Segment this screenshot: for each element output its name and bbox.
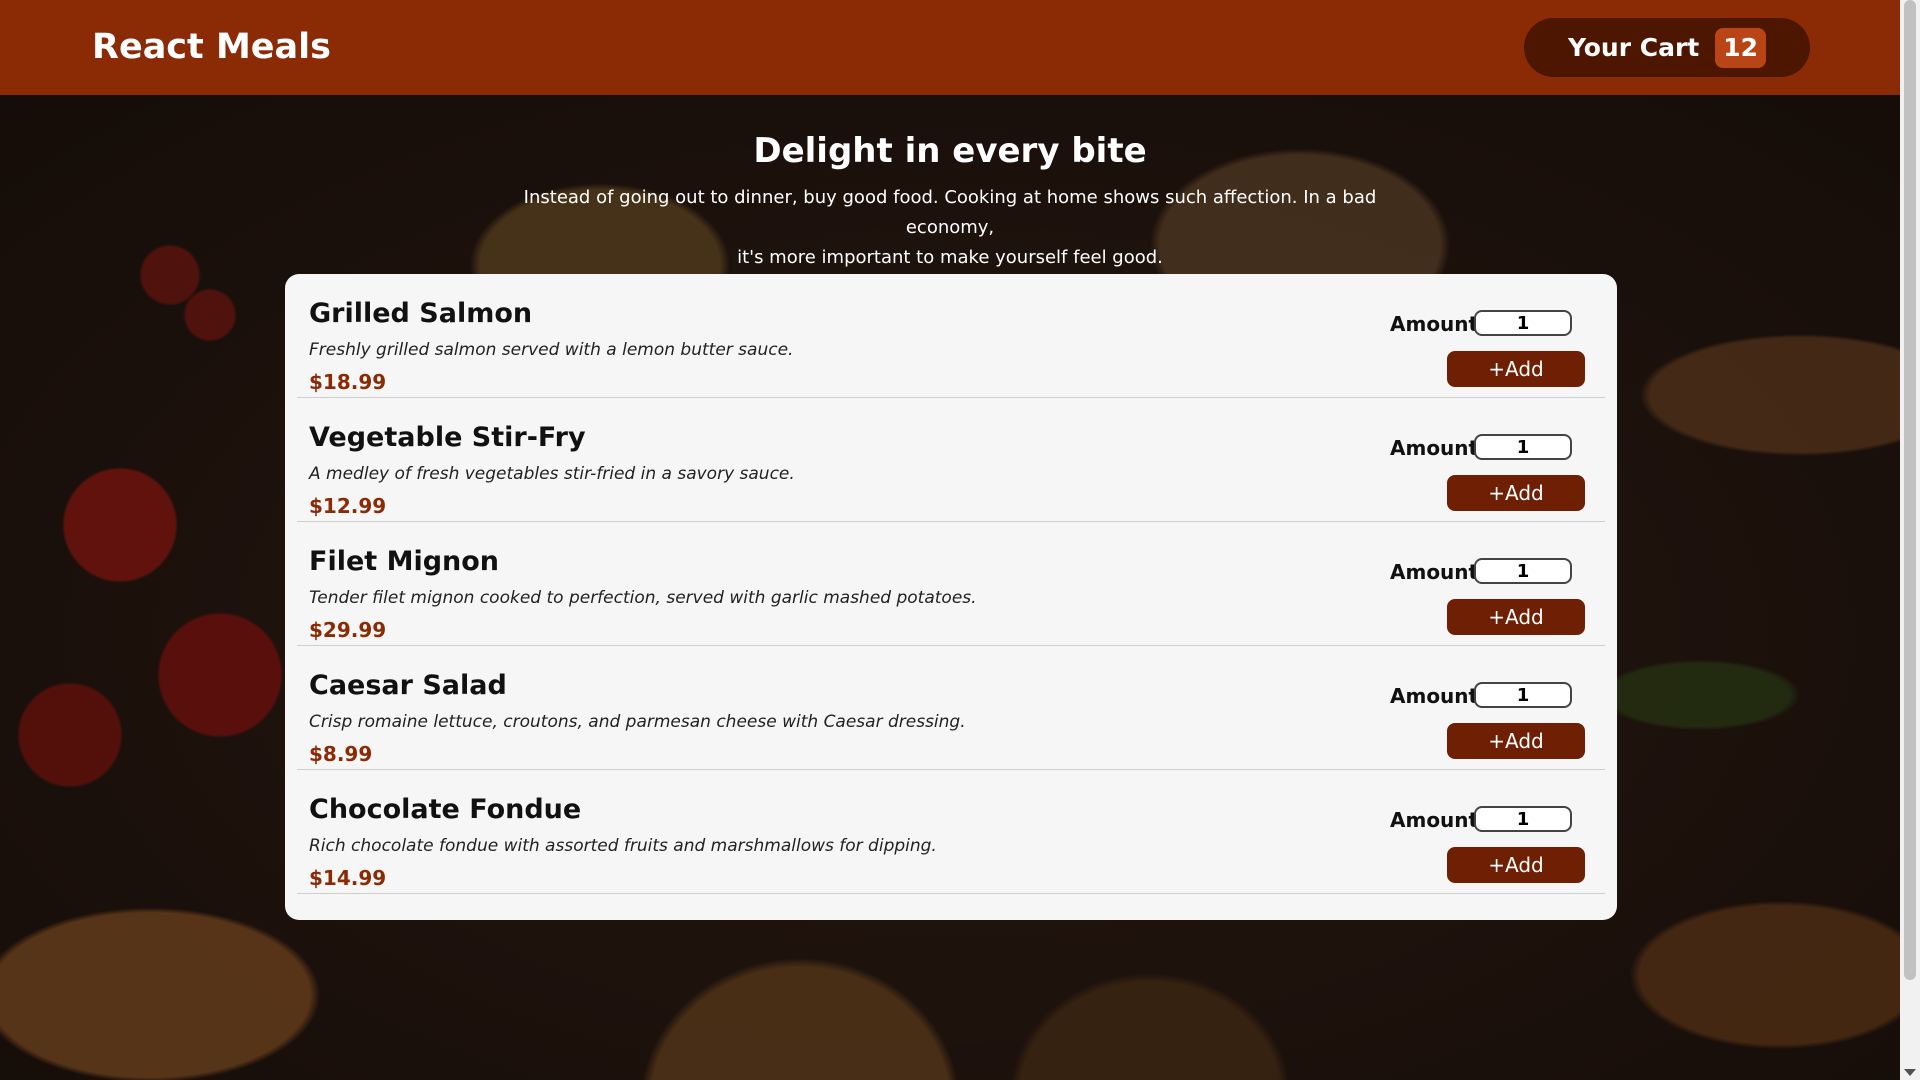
meal-description: Tender filet mignon cooked to perfection… [309,588,977,608]
summary-text-line-2: it's more important to make yourself fee… [737,247,1163,268]
meal-description: Freshly grilled salmon served with a lem… [309,340,794,360]
add-button[interactable]: +Add [1447,847,1585,883]
app-header: React Meals Your Cart 12 [0,0,1900,95]
add-button[interactable]: +Add [1447,723,1585,759]
meal-item: Filet Mignon Tender filet mignon cooked … [297,522,1605,646]
amount-label: Amount [1390,560,1479,584]
meal-item: Chocolate Fondue Rich chocolate fondue w… [297,770,1605,894]
meal-price: $18.99 [309,370,387,394]
amount-label: Amount [1390,436,1479,460]
add-button[interactable]: +Add [1447,351,1585,387]
meal-name: Caesar Salad [309,670,507,701]
amount-input[interactable] [1474,558,1572,584]
meal-price: $12.99 [309,494,387,518]
summary-text: Instead of going out to dinner, buy good… [480,183,1420,273]
meal-description: Crisp romaine lettuce, croutons, and par… [309,712,966,732]
amount-input[interactable] [1474,682,1572,708]
meal-item: Caesar Salad Crisp romaine lettuce, crou… [297,646,1605,770]
amount-label: Amount [1390,684,1479,708]
meal-description: A medley of fresh vegetables stir-fried … [309,464,795,484]
amount-input[interactable] [1474,434,1572,460]
meals-summary: Delight in every bite Instead of going o… [480,125,1420,273]
meal-price: $29.99 [309,618,387,642]
meal-name: Filet Mignon [309,546,500,577]
cart-button[interactable]: Your Cart 12 [1524,18,1810,77]
meal-price: $14.99 [309,866,387,890]
meals-list: Grilled Salmon Freshly grilled salmon se… [285,274,1617,920]
brand-title: React Meals [92,27,331,67]
cart-label: Your Cart [1567,33,1700,62]
vertical-scrollbar[interactable] [1900,0,1920,1080]
summary-title: Delight in every bite [753,131,1147,171]
meal-name: Grilled Salmon [309,298,533,329]
add-button[interactable]: +Add [1447,599,1585,635]
meal-price: $8.99 [309,742,373,766]
amount-input[interactable] [1474,310,1572,336]
amount-input[interactable] [1474,806,1572,832]
cart-count-badge: 12 [1715,27,1767,68]
amount-label: Amount [1390,312,1479,336]
amount-label: Amount [1390,808,1479,832]
meal-description: Rich chocolate fondue with assorted frui… [309,836,937,856]
scrollbar-thumb[interactable] [1904,0,1916,980]
scroll-down-arrow-icon[interactable] [1904,1069,1916,1076]
meal-name: Vegetable Stir-Fry [309,422,586,453]
meal-name: Chocolate Fondue [309,794,582,825]
meal-item: Grilled Salmon Freshly grilled salmon se… [297,274,1605,398]
meal-item: Vegetable Stir-Fry A medley of fresh veg… [297,398,1605,522]
summary-text-line-1: Instead of going out to dinner, buy good… [523,187,1377,238]
add-button[interactable]: +Add [1447,475,1585,511]
